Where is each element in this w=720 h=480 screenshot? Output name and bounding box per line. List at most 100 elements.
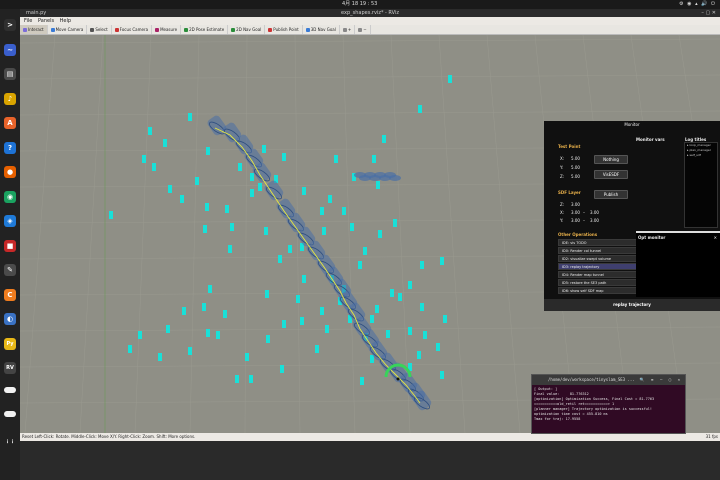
- dock-apps-icon[interactable]: ⋮⋮: [4, 435, 16, 448]
- tool-2d-nav-goal[interactable]: 2D Nav Goal: [228, 25, 266, 34]
- x-value[interactable]: 5.00: [571, 156, 580, 161]
- tool-measure[interactable]: Measure: [152, 25, 182, 34]
- system-clock[interactable]: 4月 18 19 : 53: [342, 0, 377, 9]
- monitor-panel: Monitor Test Point X: 5.00 Y: 5.00 Z: 5.…: [544, 121, 720, 311]
- obstacle-block: [230, 223, 234, 231]
- sdf-y-from[interactable]: 3.00: [571, 218, 580, 223]
- dock-recorder-icon[interactable]: ■: [4, 239, 16, 252]
- dock-chrome-icon[interactable]: ◉: [4, 190, 16, 203]
- tool-label: −: [363, 26, 367, 32]
- obstacle-block: [320, 307, 324, 315]
- tool-2d-pose-estimate[interactable]: 2D Pose Estimate: [181, 25, 229, 34]
- tool-publish-point[interactable]: Publish Point: [265, 25, 303, 34]
- obstacle-block: [166, 325, 170, 333]
- obstacle-block: [420, 261, 424, 269]
- obstacle-block: [382, 135, 386, 143]
- obstacle-block: [334, 155, 338, 163]
- obstacle-block: [328, 195, 332, 203]
- dock-rhythmbox-icon[interactable]: ♪: [4, 92, 16, 105]
- tool-3d-nav-goal[interactable]: 3D Nav Goal: [303, 25, 340, 34]
- dock-python-icon[interactable]: Py: [4, 337, 16, 350]
- dock-blank2-icon[interactable]: [4, 411, 16, 417]
- tool-icon: [342, 27, 347, 32]
- obstacle-block: [225, 205, 229, 213]
- y-value[interactable]: 5.00: [571, 165, 580, 170]
- system-tray[interactable]: ⚙ ◉ ▴ 🔊 ⏻: [679, 0, 716, 9]
- obstacle-block: [418, 105, 422, 113]
- obstacle-block: [264, 227, 268, 235]
- dock-vscode-icon[interactable]: ◈: [4, 215, 16, 227]
- sdf-layer-title: SDF Layer: [558, 190, 581, 195]
- window-titlebar: main.py exp_shapes.rviz* - RViz – ▢ ✕: [20, 9, 720, 17]
- other-ops-title: Other Operations: [558, 232, 598, 237]
- dock-help-icon[interactable]: ?: [4, 141, 16, 154]
- obstacle-block: [375, 305, 379, 313]
- menu-panels[interactable]: Panels: [38, 18, 54, 24]
- robot-footprint: [389, 175, 401, 181]
- obstacle-block: [250, 173, 254, 181]
- dock-rviz-icon[interactable]: RV: [4, 362, 16, 374]
- obstacle-block: [282, 320, 286, 328]
- sdf-x-to[interactable]: 3.00: [590, 210, 599, 215]
- tool--[interactable]: +: [340, 25, 356, 34]
- status-hint: Left-Click: Rotate. Middle-Click: Move X…: [34, 434, 196, 439]
- window-tab[interactable]: main.py: [26, 9, 46, 17]
- desktop: 4月 18 19 : 53 ⚙ ◉ ▴ 🔊 ⏻ > ~ ▤ ♪ A? ● ◉ ◈ ■ ✎ C ◐ Py R…: [0, 0, 720, 480]
- sdf-x-from[interactable]: 3.00: [571, 210, 580, 215]
- dock-software-icon[interactable]: A: [4, 117, 16, 129]
- menu-help[interactable]: Help: [60, 18, 71, 24]
- menu-file[interactable]: File: [24, 18, 32, 24]
- tool-icon: [305, 27, 310, 32]
- dock-orange-app-icon[interactable]: C: [4, 288, 16, 301]
- test-point-title: Test Point: [558, 144, 581, 149]
- reset-button[interactable]: Reset: [22, 434, 33, 439]
- log-list[interactable]: ▸ loop_manager ▸ plan_manager ▸ self_sdf: [684, 142, 718, 228]
- dock-monitor-icon[interactable]: ~: [4, 43, 16, 56]
- range-dash: –: [583, 210, 585, 215]
- obstacle-block: [282, 153, 286, 161]
- dock-blank1-icon[interactable]: [4, 386, 16, 393]
- obstacle-block: [148, 127, 152, 135]
- obstacle-block: [363, 247, 367, 255]
- sdf-y-label: Y:: [560, 218, 564, 223]
- obstacle-block: [142, 155, 146, 163]
- log-item[interactable]: ▸ self_sdf: [685, 153, 717, 158]
- visesdf-button[interactable]: VisESDF: [594, 170, 628, 179]
- dock-system-icon[interactable]: ◐: [4, 313, 16, 325]
- obstacle-block: [249, 375, 253, 383]
- dock-files-icon[interactable]: ▤: [4, 68, 16, 80]
- tool--[interactable]: −: [355, 25, 371, 34]
- obstacle-block: [440, 257, 444, 265]
- close-icon[interactable]: ✕: [714, 235, 717, 240]
- obstacle-block: [320, 207, 324, 215]
- obstacle-block: [408, 281, 412, 289]
- obstacle-block: [360, 377, 364, 385]
- dock-firefox-icon[interactable]: ●: [4, 166, 16, 178]
- terminal-controls[interactable]: 🔍 ≡ – ▢ ✕: [640, 375, 682, 385]
- window-controls[interactable]: – ▢ ✕: [701, 9, 716, 17]
- obstacle-block: [440, 371, 444, 379]
- tool-select[interactable]: Select: [87, 25, 112, 34]
- nothing-button[interactable]: Nothing: [594, 155, 628, 164]
- app-dock: > ~ ▤ ♪ A? ● ◉ ◈ ■ ✎ C ◐ Py RV ⋮⋮: [0, 9, 20, 480]
- tool-icon: [358, 27, 363, 32]
- obstacle-block: [180, 195, 184, 203]
- tool-move-camera[interactable]: Move Camera: [48, 25, 88, 34]
- terminal-window[interactable]: /home/dev/workspace/tinyslam_SE3 ... 🔍 ≡…: [531, 374, 686, 434]
- tool-interact[interactable]: Interact: [20, 25, 48, 34]
- dock-terminal-icon[interactable]: >: [4, 19, 16, 31]
- obstacle-block: [278, 255, 282, 263]
- obstacle-block: [168, 185, 172, 193]
- tool-focus-camera[interactable]: Focus Camera: [112, 25, 153, 34]
- sdf-y-to[interactable]: 3.00: [590, 218, 599, 223]
- tool-icon: [90, 27, 95, 32]
- tool-icon: [155, 27, 160, 32]
- sdf-z-label: Z:: [560, 202, 565, 207]
- z-value[interactable]: 5.00: [571, 174, 580, 179]
- obstacle-block: [358, 261, 362, 269]
- publish-button[interactable]: Publish: [594, 190, 628, 199]
- obstacle-block: [436, 343, 440, 351]
- dock-gedit-icon[interactable]: ✎: [4, 264, 16, 276]
- sdf-z-value[interactable]: 3.00: [571, 202, 580, 207]
- terminal-output: [ Output: ] Final value: 81.776312 [optimi…: [532, 385, 685, 424]
